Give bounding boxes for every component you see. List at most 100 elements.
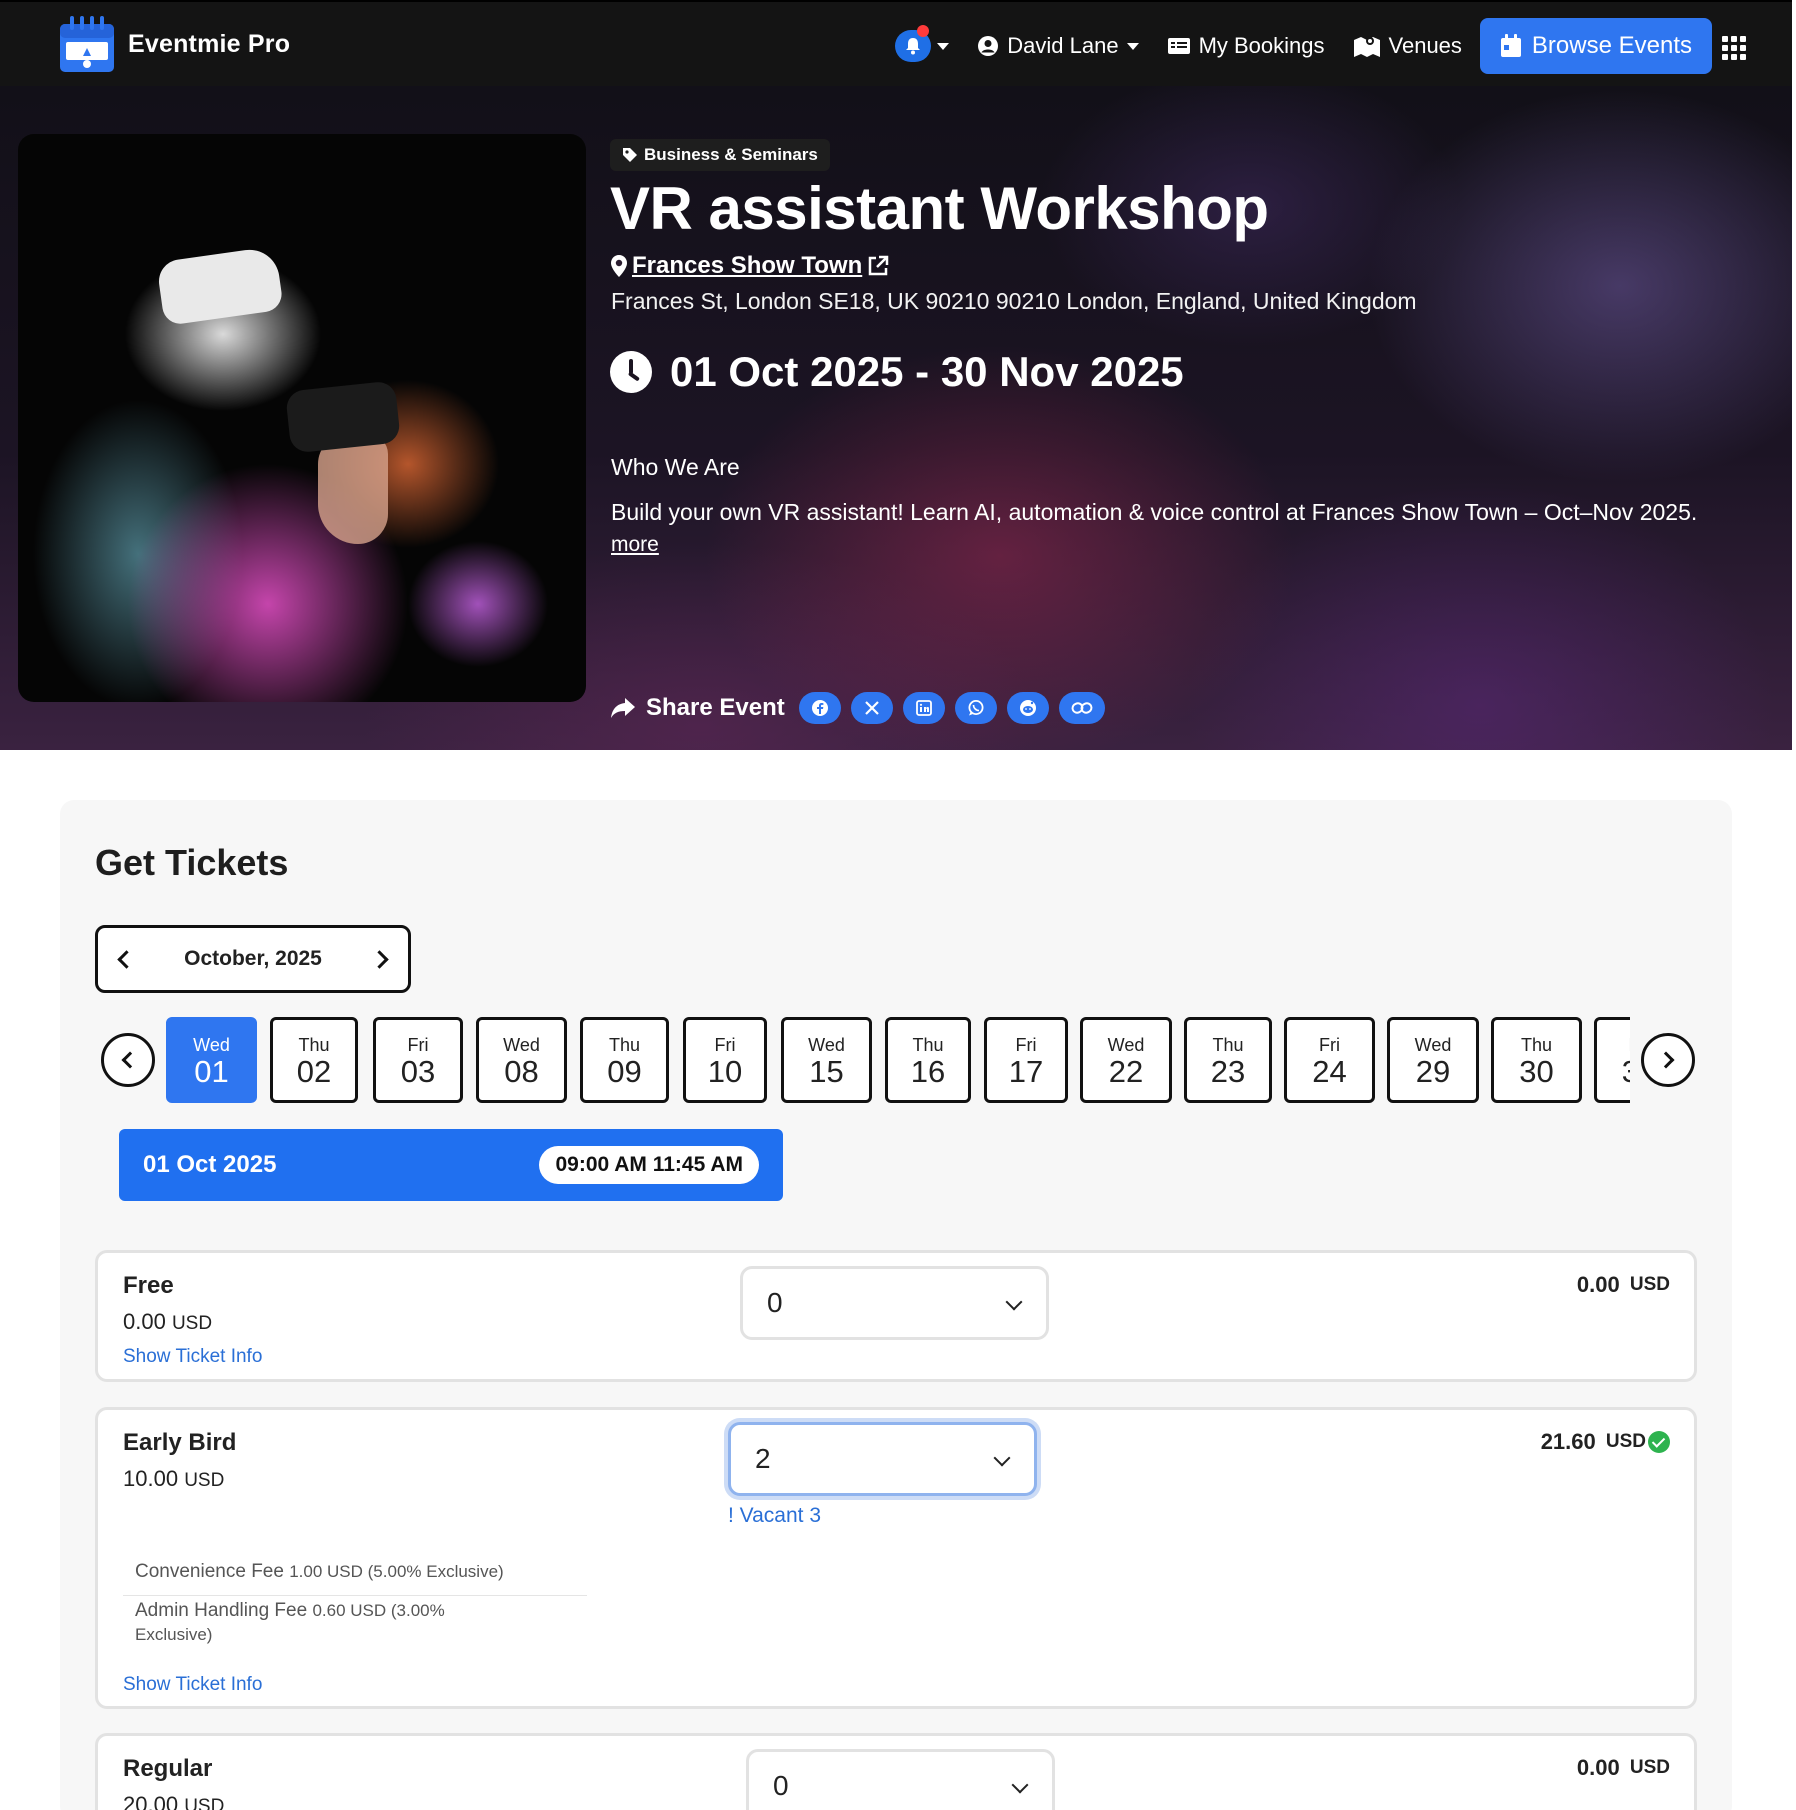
- ticket-price: 10.00 USD: [123, 1466, 225, 1491]
- date-day: 29: [1415, 1054, 1451, 1089]
- chevron-down-icon: [1126, 42, 1139, 50]
- share-facebook-button[interactable]: [798, 692, 841, 724]
- quantity-value: 0: [767, 1287, 783, 1318]
- date-chip[interactable]: Fri 17: [984, 1017, 1068, 1103]
- date-chip[interactable]: Thu 16: [885, 1017, 971, 1103]
- date-chip[interactable]: Fri 03: [373, 1017, 463, 1103]
- brand[interactable]: Eventmie Pro: [58, 14, 290, 74]
- quantity-select[interactable]: 0: [740, 1266, 1049, 1340]
- selected-schedule[interactable]: 01 Oct 2025 09:00 AM 11:45 AM: [119, 1129, 783, 1201]
- ticket-price: 0.00 USD: [123, 1309, 213, 1334]
- event-title: VR assistant Workshop: [610, 175, 1269, 242]
- ticket-price: 20.00 USD: [123, 1792, 225, 1810]
- ticket-row-early-bird: Early Bird 10.00 USD 2 ! Vacant 3 21.60 …: [95, 1407, 1697, 1709]
- quantity-select[interactable]: 2: [728, 1422, 1037, 1496]
- date-chip[interactable]: Fri 24: [1284, 1017, 1375, 1103]
- event-date-range: 01 Oct 2025 - 30 Nov 2025: [670, 348, 1184, 395]
- map-pin-icon: [611, 255, 627, 277]
- date-chip[interactable]: Wed 08: [476, 1017, 567, 1103]
- date-chip[interactable]: Thu 23: [1184, 1017, 1272, 1103]
- date-weekday: Thu: [1520, 1035, 1553, 1055]
- date-day: 23: [1210, 1054, 1246, 1089]
- tag-icon: [623, 148, 637, 162]
- show-ticket-info-link[interactable]: Show Ticket Info: [123, 1346, 262, 1368]
- current-month: October, 2025: [184, 947, 322, 970]
- read-more-link[interactable]: more: [611, 533, 659, 557]
- date-weekday: Thu: [912, 1035, 944, 1055]
- date-chip[interactable]: Fri 31: [1594, 1017, 1630, 1103]
- share-x-button[interactable]: [850, 692, 893, 724]
- date-chip[interactable]: Wed 01: [166, 1017, 257, 1103]
- date-day: 02: [296, 1054, 332, 1089]
- chevron-down-icon: [1011, 1776, 1029, 1794]
- prev-days-button[interactable]: [101, 1033, 155, 1087]
- date-chip[interactable]: Thu 02: [270, 1017, 358, 1103]
- share-linkedin-button[interactable]: [902, 692, 945, 724]
- get-tickets-card: Get Tickets October, 2025 Wed 01 Thu 02 …: [60, 800, 1732, 1810]
- fee-line: Convenience Fee 1.00 USD (5.00% Exclusiv…: [135, 1561, 504, 1582]
- quantity-value: 2: [755, 1443, 771, 1474]
- bell-icon[interactable]: [895, 25, 932, 62]
- event-hero: Business & Seminars VR assistant Worksho…: [0, 86, 1792, 750]
- browse-events-button[interactable]: Browse Events: [1479, 18, 1712, 74]
- about-text: Build your own VR assistant! Learn AI, a…: [611, 499, 1698, 525]
- link-icon: [1071, 702, 1093, 714]
- date-chip[interactable]: Wed 22: [1080, 1017, 1172, 1103]
- date-weekday: Fri: [407, 1035, 429, 1055]
- date-day: 30: [1519, 1054, 1554, 1089]
- date-weekday: Fri: [1319, 1035, 1340, 1055]
- category-badge[interactable]: Business & Seminars: [610, 139, 830, 171]
- prev-month-chevron-icon[interactable]: [117, 949, 136, 969]
- reddit-icon: [1019, 700, 1036, 716]
- show-ticket-info-link[interactable]: Show Ticket Info: [123, 1674, 262, 1696]
- x-icon: [864, 701, 879, 715]
- chevron-down-icon: [1005, 1293, 1023, 1311]
- ticket-total: 21.60 USD: [1541, 1429, 1670, 1455]
- facebook-icon: [811, 700, 828, 716]
- date-day: 10: [707, 1054, 743, 1089]
- top-navbar: Eventmie Pro David Lane My Bookings Venu…: [0, 0, 1792, 86]
- copy-link-button[interactable]: [1058, 692, 1105, 724]
- next-month-chevron-icon[interactable]: [370, 949, 389, 969]
- date-chip[interactable]: Thu 09: [580, 1017, 669, 1103]
- date-weekday: Wed: [1414, 1035, 1452, 1055]
- event-poster-image: [18, 134, 586, 702]
- share-bar: Share Event: [610, 692, 1105, 724]
- date-day: 09: [607, 1054, 642, 1089]
- date-chip[interactable]: Fri 10: [683, 1017, 767, 1103]
- venues-link[interactable]: Venues: [1353, 33, 1462, 59]
- date-weekday: Wed: [808, 1035, 845, 1055]
- next-days-button[interactable]: [1641, 1033, 1695, 1087]
- whatsapp-icon: [968, 700, 984, 716]
- date-selector: Wed 01 Thu 02 Fri 03 Wed 08 Thu 09 Fri 1…: [166, 1017, 1630, 1105]
- share-whatsapp-button[interactable]: [954, 692, 997, 724]
- fee-line: Admin Handling Fee 0.60 USD (3.00% Exclu…: [135, 1600, 445, 1644]
- quantity-select[interactable]: 0: [746, 1749, 1055, 1810]
- ticket-row-regular: Regular 20.00 USD 0 0.00 USD: [95, 1733, 1697, 1810]
- date-day: 03: [400, 1054, 436, 1089]
- clock-icon: [610, 351, 652, 393]
- date-day: 15: [809, 1054, 844, 1089]
- fee-divider: [123, 1595, 587, 1596]
- month-picker: October, 2025: [95, 925, 411, 993]
- map-icon: [1353, 37, 1380, 57]
- notifications-menu[interactable]: [895, 25, 950, 62]
- date-chip[interactable]: Wed 15: [781, 1017, 872, 1103]
- venue-link[interactable]: Frances Show Town: [610, 252, 890, 280]
- date-chip[interactable]: Thu 30: [1491, 1017, 1582, 1103]
- quantity-value: 0: [773, 1770, 789, 1801]
- nav-menu: David Lane My Bookings Venues Browse Eve…: [895, 18, 1712, 74]
- date-day: 08: [504, 1054, 539, 1089]
- calendar-icon: [1500, 34, 1521, 57]
- ticket-icon: [1167, 38, 1190, 54]
- user-menu[interactable]: David Lane: [977, 33, 1139, 59]
- get-tickets-title: Get Tickets: [95, 842, 289, 883]
- ticket-name: Free: [123, 1272, 174, 1299]
- date-day: 01: [194, 1054, 229, 1089]
- my-bookings-link[interactable]: My Bookings: [1167, 33, 1325, 59]
- apps-grid-icon[interactable]: [1722, 36, 1746, 60]
- date-chip[interactable]: Wed 29: [1387, 1017, 1479, 1103]
- venues-label: Venues: [1388, 33, 1462, 58]
- share-reddit-button[interactable]: [1006, 692, 1049, 724]
- chevron-down-icon[interactable]: [937, 42, 950, 50]
